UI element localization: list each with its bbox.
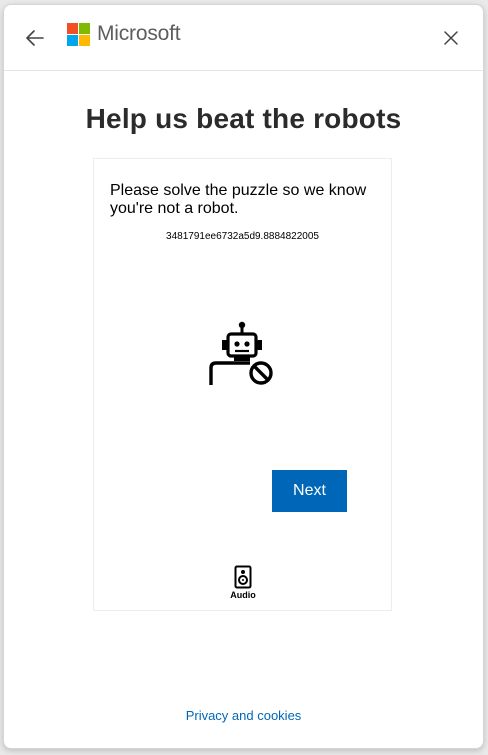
logo-square-blue xyxy=(67,34,78,46)
logo-square-green xyxy=(79,22,90,34)
logo-square-yellow xyxy=(79,34,90,46)
audio-label: Audio xyxy=(230,590,256,600)
page-title: Help us beat the robots xyxy=(85,103,402,134)
puzzle-prompt: Please solve the puzzle so we know you'r… xyxy=(110,182,367,217)
next-button[interactable]: Next xyxy=(272,470,347,512)
close-icon xyxy=(444,31,458,45)
back-button[interactable] xyxy=(24,27,46,49)
dialog-window: Microsoft Help us beat the robots Please… xyxy=(3,4,484,749)
title-bar: Microsoft xyxy=(4,5,483,71)
microsoft-logo: Microsoft xyxy=(67,22,181,46)
privacy-link[interactable]: Privacy and cookies xyxy=(4,708,483,723)
puzzle-frame: Please solve the puzzle so we know you'r… xyxy=(93,158,392,611)
audio-button[interactable]: Audio xyxy=(222,565,264,600)
robot-blocked-icon xyxy=(209,321,273,385)
session-id: 3481791ee6732a5d9.8884822005 xyxy=(166,231,319,242)
brand-name: Microsoft xyxy=(97,22,181,45)
arrow-left-icon xyxy=(26,30,44,46)
microsoft-logo-mark xyxy=(67,22,90,46)
logo-square-red xyxy=(67,22,78,34)
close-button[interactable] xyxy=(441,28,461,48)
speaker-icon xyxy=(234,565,252,589)
